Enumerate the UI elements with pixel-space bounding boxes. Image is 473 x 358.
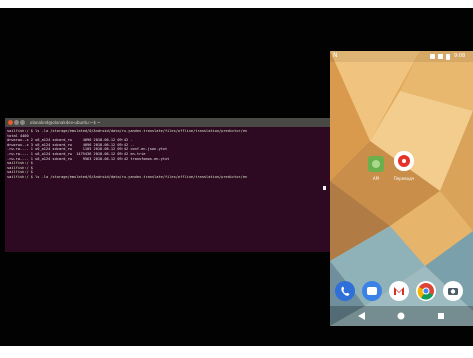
maximize-window-button[interactable] — [20, 120, 25, 125]
terminal-title: olanaknd@olanakdev-ubuntu:~$ ~ — [30, 120, 101, 125]
video-frame: olanaknd@olanakdev-ubuntu:~$ ~ sailfish:… — [0, 8, 473, 346]
minimize-window-button[interactable] — [14, 120, 19, 125]
translate-icon — [394, 151, 414, 171]
recents-icon[interactable] — [437, 312, 445, 320]
notification-icon: N — [333, 52, 338, 59]
phone-icon — [341, 286, 350, 296]
phone-screen[interactable]: N 9:08 API Переводч — [330, 51, 473, 326]
app-label: Переводч — [393, 176, 415, 181]
phone-app-icon[interactable] — [335, 281, 355, 301]
chrome-icon — [417, 283, 434, 300]
camera-icon — [448, 288, 458, 295]
terminal-window[interactable]: olanaknd@olanakdev-ubuntu:~$ ~ sailfish:… — [5, 118, 330, 252]
battery-icon — [446, 54, 450, 60]
back-icon[interactable] — [358, 312, 366, 320]
terminal-line: sailfish:/ $ ls -la /storage/emulated/0/… — [7, 174, 248, 179]
clock: 9:08 — [454, 53, 466, 59]
home-icon[interactable] — [397, 312, 405, 320]
close-window-button[interactable] — [8, 120, 13, 125]
messages-app-icon[interactable] — [362, 281, 382, 301]
app-label: API — [372, 176, 380, 181]
messages-icon — [367, 287, 377, 295]
translate-app-icon[interactable] — [394, 151, 414, 171]
navigation-bar — [330, 306, 473, 326]
signal-icon — [438, 54, 443, 59]
chrome-app-icon[interactable] — [416, 281, 436, 301]
android-app-icon[interactable] — [366, 154, 386, 174]
terminal-cursor — [323, 186, 326, 190]
wifi-icon — [430, 54, 435, 59]
terminal-output[interactable]: sailfish:/ $ ls -la /storage/emulated/0/… — [7, 129, 329, 180]
camera-app-icon[interactable] — [443, 281, 463, 301]
status-bar: N 9:08 — [330, 51, 473, 62]
terminal-titlebar[interactable]: olanaknd@olanakdev-ubuntu:~$ ~ — [5, 118, 330, 127]
android-icon — [368, 156, 384, 172]
gmail-app-icon[interactable] — [389, 281, 409, 301]
gmail-icon — [394, 287, 404, 295]
screen-frame: olanaknd@olanakdev-ubuntu:~$ ~ sailfish:… — [0, 0, 473, 358]
